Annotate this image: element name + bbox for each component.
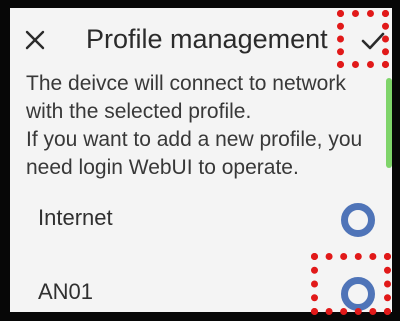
highlight-radio-box [311,253,391,315]
description-line: with the selected profile. [26,100,252,123]
description-line: need login WebUI to operate. [26,156,299,179]
close-icon[interactable] [24,29,46,51]
highlight-confirm-box [337,10,389,68]
radio-button-internet[interactable] [341,203,375,237]
description-text: The deivce will connect to network with … [26,70,388,182]
photo: Profile management The deivce will conne… [0,0,400,321]
description-line: If you want to add a new profile, you [26,128,363,151]
description-line: The deivce will connect to network [26,72,346,95]
profile-label: AN01 [38,279,94,304]
profile-label: Internet [38,205,113,230]
profile-row-internet[interactable]: Internet [10,190,392,246]
scroll-indicator [386,78,392,168]
header-bar: Profile management [10,8,392,64]
page-title: Profile management [86,24,328,54]
